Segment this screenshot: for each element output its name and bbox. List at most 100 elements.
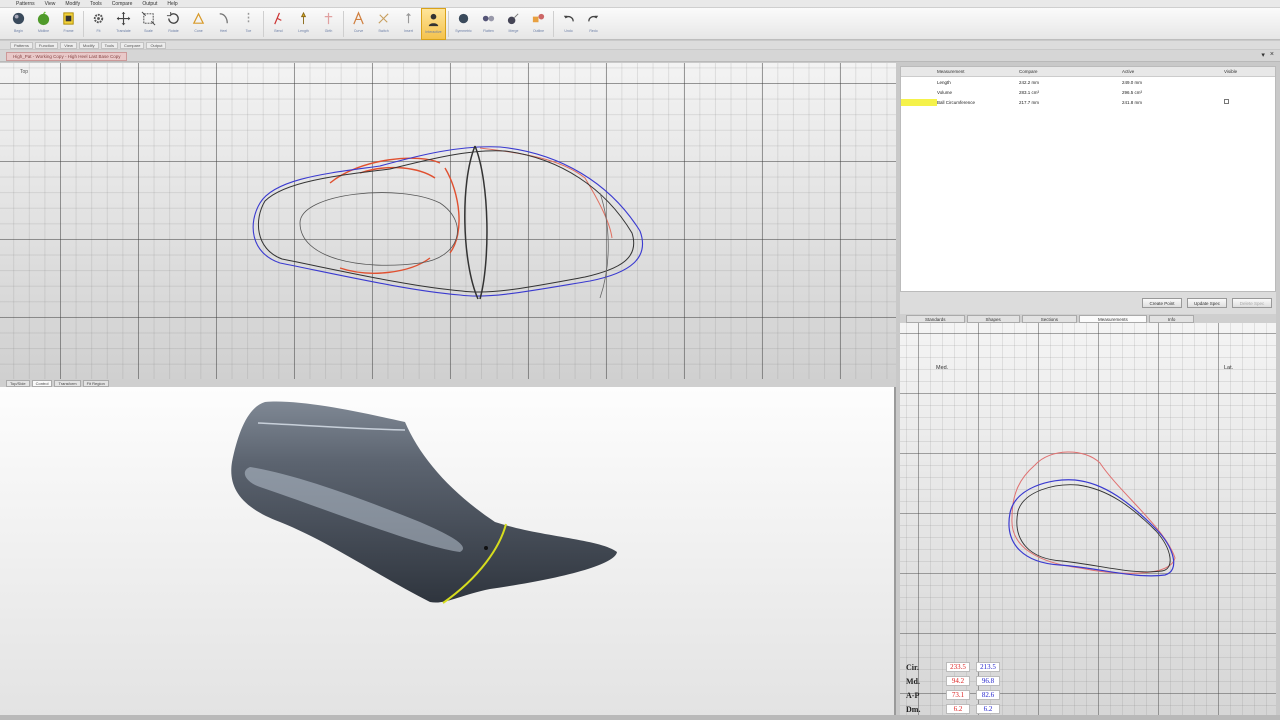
column-visible[interactable]: Visible [1224,69,1254,74]
frame-button[interactable]: Frame [56,8,81,40]
switch-icon [378,13,389,24]
undo-icon [563,15,574,22]
curve-button[interactable]: Curve [346,8,371,40]
midline-button[interactable]: Midline [31,8,56,40]
length-button[interactable]: Length [291,8,316,40]
column-active[interactable]: Active [1122,69,1224,74]
merge-button[interactable]: Merge [501,8,526,40]
tab-sections[interactable]: Sections [1021,314,1078,323]
document-header: High_Pat - Working Copy - High Heel Last… [0,50,1280,62]
table-row-selected[interactable]: Ball Circumference 217.7 mm 241.8 mm [901,97,1275,107]
create-point-button[interactable]: Create Point [1142,298,1182,308]
readout-row: Cir. 233.5 213.5 [906,660,1006,674]
scale-button[interactable]: Scale [136,8,161,40]
document-tab[interactable]: High_Pat - Working Copy - High Heel Last… [6,52,128,61]
rotate-button[interactable]: Rotate [161,8,186,40]
menu-help[interactable]: Help [167,1,177,7]
tab-measurements[interactable]: Measurements [1079,314,1147,323]
tab-function[interactable]: Function [34,41,59,49]
tab-modify[interactable]: Modify [78,41,99,49]
ribbon-separator [448,11,449,37]
undo-button[interactable]: Undo [556,8,581,40]
ribbon-toolbar: Begin Midline Frame Fit Translate Scale … [0,8,1280,40]
cone-icon [192,12,205,24]
readout-row: A-P 73.1 82.6 [906,688,1006,702]
bend-icon [274,12,282,25]
curve-icon [353,11,364,25]
panel-button-bar: Create Point Update Spec Delete Spec [900,292,1276,314]
tab-info[interactable]: Info [1148,314,1195,323]
3d-viewport[interactable] [0,387,896,715]
tab-view[interactable]: View [60,41,77,49]
flatten-button[interactable]: Flatten [476,8,501,40]
ribbon-separator [263,11,264,37]
update-spec-button[interactable]: Update Spec [1187,298,1227,308]
visible-checkbox[interactable] [1224,99,1229,104]
column-measurement[interactable]: Measurement [937,69,1019,74]
menu-compare[interactable]: Compare [112,1,133,7]
active-outline-blue [252,146,644,297]
tab-patterns[interactable]: Patterns [10,41,33,49]
section-viewport[interactable]: Med. Lat. Cir. 233.5 213.5 Md. 94.2 96.8… [900,323,1276,715]
girth-icon [324,12,333,25]
menu-output[interactable]: Output [142,1,157,7]
translate-button[interactable]: Translate [111,8,136,40]
cross-section-drawing [1008,451,1176,577]
flatten-icon [482,15,495,22]
delete-spec-button[interactable]: Delete Spec [1232,298,1272,308]
frame-icon [63,12,74,25]
interactive-button[interactable]: Interactive [421,8,446,40]
toe-detail [599,192,609,299]
outline-icon [532,13,545,23]
girth-button[interactable]: Girth [316,8,341,40]
readout-row: Md. 94.2 96.8 [906,674,1006,688]
close-icon[interactable]: × [1270,51,1274,59]
tab-shapes[interactable]: Shapes [966,314,1020,323]
shoe-last-model [231,401,618,604]
inner-outline [299,192,458,266]
measurements-table: Measurement Compare Active Visible Lengt… [900,66,1276,292]
toe-icon [247,12,250,25]
scale-icon [141,11,156,26]
table-row[interactable]: Length 242.2 mm 249.0 mm [901,77,1275,87]
table-row[interactable]: Volume 283.1 cm³ 296.5 cm³ [901,87,1275,97]
sphere-icon [12,12,25,25]
heel-button[interactable]: Heel [211,8,236,40]
outline-button[interactable]: Outline [526,8,551,40]
toe-button[interactable]: Toe [236,8,261,40]
tab-compare[interactable]: Compare [119,41,145,49]
insert-button[interactable]: Insert [396,8,421,40]
viewport-tab-top-side[interactable]: Top/Side [6,379,30,387]
begin-button[interactable]: Begin [6,8,31,40]
top-view-viewport[interactable]: Top [0,63,896,379]
cone-button[interactable]: Cone [186,8,211,40]
active-outline-dark [258,150,635,293]
table-header: Measurement Compare Active Visible [901,67,1275,77]
person-icon [428,13,439,27]
ribbon-separator [83,11,84,37]
viewport-tab-transform[interactable]: Transform [54,379,81,387]
viewport-tab-fit-region[interactable]: Fit Region [82,379,109,387]
measure-point [484,546,488,550]
tab-standards[interactable]: Standards [906,314,965,323]
viewport-tab-strip: Top/Side Control Transform Fit Region [0,379,896,387]
fit-button[interactable]: Fit [86,8,111,40]
menu-view[interactable]: View [45,1,56,7]
dropdown-icon[interactable]: ▾ [1261,51,1265,59]
active-section-dark [1016,484,1171,573]
menu-modify[interactable]: Modify [65,1,80,7]
heel-icon [219,13,228,24]
switch-button[interactable]: Switch [371,8,396,40]
apple-icon [37,11,50,26]
merge-icon [507,13,519,25]
redo-button[interactable]: Redo [581,8,606,40]
symmetric-button[interactable]: Symmetric [451,8,476,40]
column-compare[interactable]: Compare [1019,69,1122,74]
tab-output[interactable]: Output [146,41,167,49]
bend-button[interactable]: Bend [266,8,291,40]
menu-patterns[interactable]: Patterns [16,1,35,7]
viewport-tab-control[interactable]: Control [31,379,53,387]
tab-tools[interactable]: Tools [100,41,118,49]
top-outline-drawing [252,145,644,300]
menu-tools[interactable]: Tools [90,1,102,7]
